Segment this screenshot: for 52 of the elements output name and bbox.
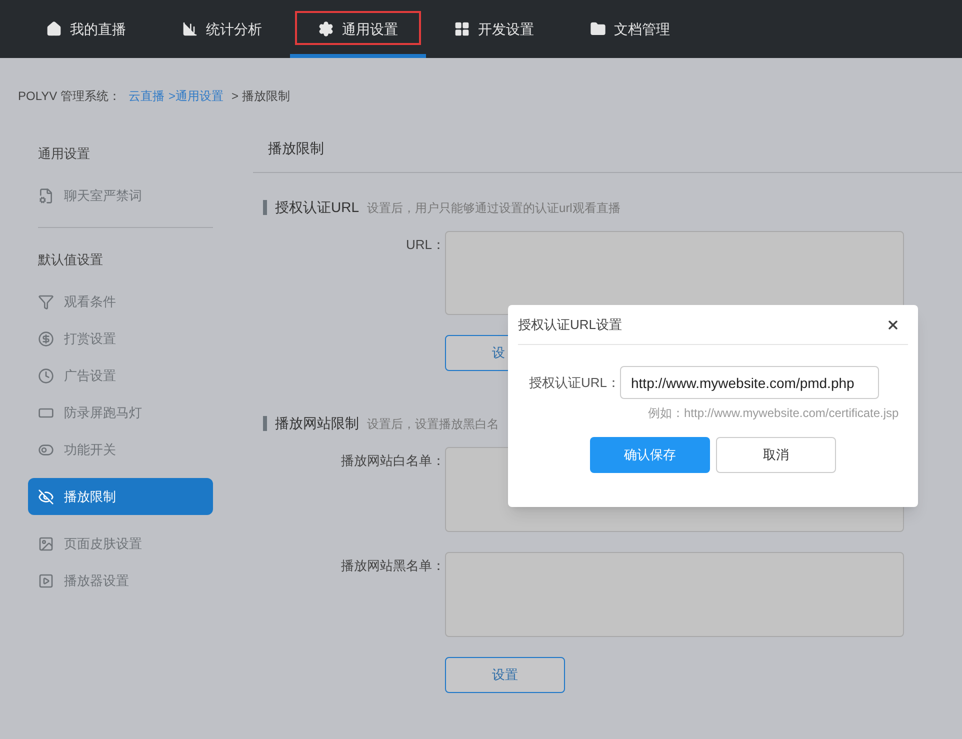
eye-off-icon	[38, 488, 54, 504]
section-hint: 设置后，用户只能够通过设置的认证url观看直播	[367, 200, 620, 216]
document-gear-icon	[38, 188, 54, 204]
field-label: URL：	[404, 236, 445, 254]
section-title: 播放网站限制	[275, 414, 359, 433]
home-icon	[46, 21, 62, 37]
coin-icon	[38, 330, 54, 346]
field-label: 授权认证URL：	[528, 374, 620, 392]
sidebar-item[interactable]: 打赏设置	[28, 320, 213, 357]
breadcrumb-link[interactable]: 云直播	[128, 87, 164, 105]
nav-tab[interactable]: 文档管理	[562, 0, 698, 58]
section-marker	[263, 416, 267, 431]
toggle-icon	[38, 442, 54, 458]
image-icon	[38, 536, 54, 552]
close-button[interactable]	[886, 318, 900, 332]
sidebar-group-title: 通用设置	[38, 145, 91, 163]
nav-tab[interactable]: 开发设置	[426, 0, 562, 58]
clock-icon	[38, 368, 54, 384]
sidebar-item[interactable]: 功能开关	[28, 431, 213, 468]
folder-icon	[590, 21, 606, 37]
dialog-title: 授权认证URL设置	[518, 316, 622, 334]
confirm-button[interactable]: 确认保存	[590, 437, 710, 473]
breadcrumb-link[interactable]: >通用设置	[168, 87, 224, 105]
section-hint: 设置后，设置播放黑白名	[367, 416, 499, 432]
sidebar-item[interactable]: 播放器设置	[28, 562, 213, 599]
nav-tab[interactable]: 通用设置	[290, 0, 426, 58]
gear-icon	[318, 21, 334, 37]
filter-icon	[38, 294, 54, 310]
sidebar-item[interactable]: 聊天室严禁词	[38, 178, 213, 214]
breadcrumb-current: > 播放限制	[231, 88, 290, 105]
sidebar-item[interactable]: 广告设置	[28, 357, 213, 394]
page-title: 播放限制	[253, 133, 962, 173]
play-icon	[38, 572, 54, 588]
sidebar-item[interactable]: 观看条件	[28, 283, 213, 320]
field-label: 播放网站白名单：	[340, 452, 445, 470]
sidebar-item[interactable]: 播放限制	[28, 478, 213, 515]
sidebar-item[interactable]: 防录屏跑马灯	[28, 394, 213, 431]
sidebar-item[interactable]: 页面皮肤设置	[28, 525, 213, 562]
breadcrumb-label: POLYV 管理系统：	[18, 88, 120, 105]
text-area[interactable]	[445, 552, 904, 637]
section-title: 授权认证URL	[275, 198, 360, 217]
section-marker	[263, 200, 267, 215]
set-button[interactable]: 设置	[445, 657, 565, 693]
field-label: 播放网站黑名单：	[340, 557, 445, 575]
nav-tab[interactable]: 统计分析	[154, 0, 290, 58]
cancel-button[interactable]: 取消	[716, 437, 836, 473]
example-hint: 例如：http://www.mywebsite.com/certificate.jsp	[648, 405, 900, 422]
url-input[interactable]: http://www.mywebsite.com/pmd.php	[620, 366, 879, 399]
nav-tab[interactable]: 我的直播	[18, 0, 154, 58]
sidebar-group-title: 默认值设置	[38, 250, 104, 268]
grid-icon	[454, 21, 470, 37]
close-icon	[886, 318, 900, 332]
